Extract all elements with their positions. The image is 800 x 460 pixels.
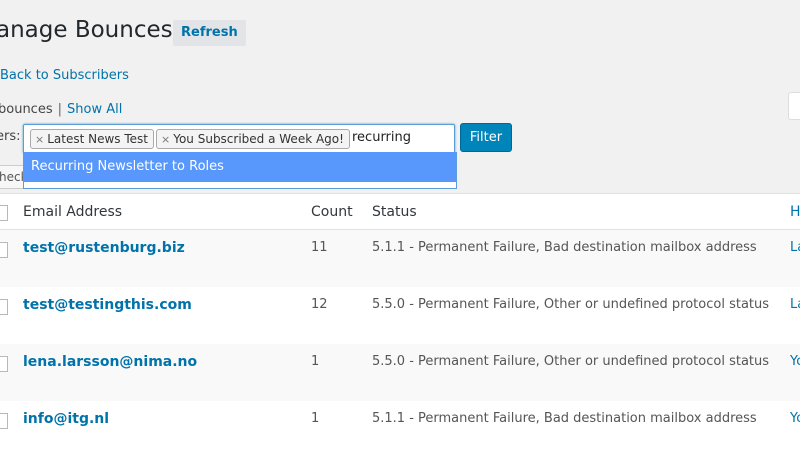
row-status: 5.5.0 - Permanent Failure, Other or unde… [372, 297, 770, 312]
row-email-link[interactable]: lena.larsson@nima.no [23, 354, 197, 370]
filter-button[interactable]: Filter [460, 123, 512, 152]
refresh-button[interactable]: Refresh [173, 20, 246, 46]
column-header-count[interactable]: Count [311, 204, 353, 220]
row-status: 5.1.1 - Permanent Failure, Bad destinati… [372, 411, 757, 426]
row-count: 12 [311, 297, 328, 312]
row-edge-link[interactable]: La [790, 240, 800, 255]
column-header-edge[interactable]: H [790, 204, 800, 220]
row-count: 11 [311, 240, 328, 255]
row-edge-link[interactable]: La [790, 297, 800, 312]
row-edge-link[interactable]: Yo [790, 354, 800, 369]
filter-tag: × You Subscribed a Week Ago! [156, 129, 350, 149]
view-separator: | [57, 102, 62, 117]
table-row: info@itg.nl 1 5.1.1 - Permanent Failure,… [0, 401, 800, 458]
table-row: lena.larsson@nima.no 1 5.5.0 - Permanent… [0, 344, 800, 401]
bulk-action-label: heck [0, 170, 23, 184]
row-count: 1 [311, 411, 320, 426]
row-checkbox[interactable] [0, 413, 8, 429]
back-to-subscribers-link[interactable]: Back to Subscribers [0, 68, 129, 83]
view-show-all-link[interactable]: Show All [67, 102, 122, 117]
search-input[interactable] [788, 92, 800, 120]
view-current: bounces [0, 102, 53, 117]
remove-tag-icon[interactable]: × [35, 133, 44, 146]
row-email-link[interactable]: test@rustenburg.biz [23, 240, 185, 256]
table-row: test@testingthis.com 12 5.5.0 - Permanen… [0, 287, 800, 344]
row-status: 5.5.0 - Permanent Failure, Other or unde… [372, 354, 770, 369]
page-title: anage Bounces [0, 17, 173, 43]
filter-tag: × Latest News Test [30, 129, 154, 149]
table-row: test@rustenburg.biz 11 5.1.1 - Permanent… [0, 230, 800, 287]
bulk-action-select[interactable]: heck [0, 165, 24, 189]
bounces-table: Email Address Count Status H test@rusten… [0, 193, 800, 460]
column-header-email[interactable]: Email Address [23, 204, 122, 220]
row-checkbox[interactable] [0, 299, 8, 315]
filter-tag-label: Latest News Test [47, 132, 148, 146]
row-email-link[interactable]: test@testingthis.com [23, 297, 192, 313]
row-checkbox[interactable] [0, 356, 8, 372]
list-filter-input[interactable]: × Latest News Test × You Subscribed a Week… [23, 124, 455, 153]
filter-typed-text[interactable]: recurring [352, 130, 411, 145]
autocomplete-option[interactable]: Recurring Newsletter to Roles [24, 152, 456, 182]
column-header-status[interactable]: Status [372, 204, 417, 220]
autocomplete-dropdown: Recurring Newsletter to Roles [23, 152, 457, 189]
select-all-checkbox[interactable] [0, 205, 8, 221]
filter-tag-label: You Subscribed a Week Ago! [173, 132, 344, 146]
row-email-link[interactable]: info@itg.nl [23, 411, 109, 427]
row-edge-link[interactable]: Yo [790, 411, 800, 426]
row-count: 1 [311, 354, 320, 369]
remove-tag-icon[interactable]: × [161, 133, 170, 146]
row-status: 5.1.1 - Permanent Failure, Bad destinati… [372, 240, 757, 255]
row-checkbox[interactable] [0, 242, 8, 258]
table-header-row: Email Address Count Status H [0, 194, 800, 230]
view-filters: bounces | Show All [0, 102, 122, 117]
filter-label: ers: [0, 129, 21, 144]
